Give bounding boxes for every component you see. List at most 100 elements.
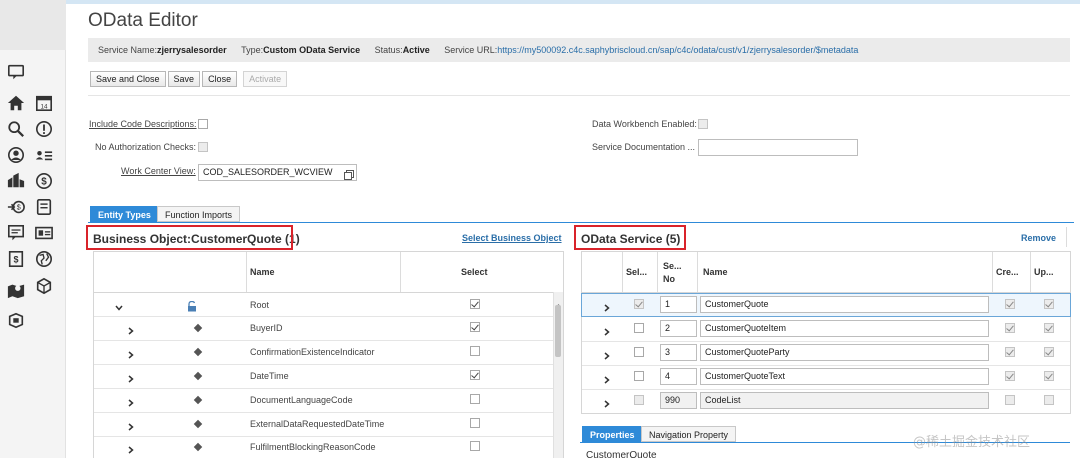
map-marker-icon[interactable]: [6, 280, 26, 300]
product-icon[interactable]: [34, 276, 54, 296]
data-workbench-checkbox[interactable]: [698, 119, 708, 129]
odata-row-name-input[interactable]: CodeList: [700, 392, 989, 409]
contact-list-icon[interactable]: [34, 145, 54, 165]
odata-row-select-checkbox[interactable]: [634, 323, 644, 333]
bo-column-name[interactable]: Name: [250, 267, 275, 277]
scroll-up-icon[interactable]: [556, 295, 561, 307]
svg-text:$: $: [13, 255, 18, 265]
collapse-chevron-icon[interactable]: [114, 300, 124, 311]
bo-row-divider: [94, 436, 553, 437]
odata-row-sequence-input[interactable]: 1: [660, 296, 697, 313]
odata-row-select-checkbox[interactable]: [634, 395, 644, 405]
bo-column-select[interactable]: Select: [461, 267, 488, 277]
expand-chevron-icon[interactable]: [602, 324, 612, 336]
work-center-view-input[interactable]: COD_SALESORDER_WCVIEW: [198, 164, 357, 181]
bo-scroll-thumb[interactable]: [555, 305, 561, 357]
expand-chevron-icon[interactable]: [602, 396, 612, 408]
odata-column-create[interactable]: Cre...: [996, 267, 1019, 277]
odata-row-create-checkbox[interactable]: [1005, 395, 1015, 405]
user-profile-icon[interactable]: [6, 145, 26, 165]
odata-header-separator: [1030, 252, 1031, 292]
bo-row-select-checkbox[interactable]: [470, 299, 480, 309]
odata-column-update[interactable]: Up...: [1034, 267, 1054, 277]
select-business-object-link[interactable]: Select Business Object: [462, 233, 562, 243]
odata-header-separator: [657, 252, 658, 292]
tab-entity-types[interactable]: Entity Types: [90, 206, 159, 222]
odata-column-sequence[interactable]: Se...: [663, 261, 682, 271]
odata-row-name: CodeList: [705, 395, 741, 405]
svg-text:$: $: [41, 177, 47, 188]
bo-row-select-checkbox[interactable]: [470, 394, 480, 404]
alert-icon[interactable]: [34, 119, 54, 139]
odata-row-create-checkbox[interactable]: [1005, 371, 1015, 381]
sales-icon[interactable]: $: [6, 197, 26, 217]
expand-chevron-icon[interactable]: [126, 347, 136, 359]
tab-navigation-property[interactable]: Navigation Property: [641, 426, 737, 442]
odata-row-sequence-input[interactable]: 990: [660, 392, 697, 409]
odata-row-update-checkbox[interactable]: [1044, 323, 1054, 333]
odata-row-update-checkbox[interactable]: [1044, 395, 1054, 405]
odata-row-sequence-input[interactable]: 2: [660, 320, 697, 337]
expand-chevron-icon[interactable]: [602, 348, 612, 360]
odata-row-name-input[interactable]: CustomerQuoteItem: [700, 320, 989, 337]
currency-icon[interactable]: $: [34, 171, 54, 191]
chat-icon[interactable]: [6, 223, 26, 243]
unlock-icon: [187, 299, 197, 312]
odata-row-update-checkbox[interactable]: [1044, 299, 1054, 309]
bo-row-select-checkbox[interactable]: [470, 322, 480, 332]
odata-row-name-input[interactable]: CustomerQuoteText: [700, 368, 989, 385]
odata-row-select-checkbox[interactable]: [634, 347, 644, 357]
accounts-icon[interactable]: [6, 171, 26, 191]
odata-column-name[interactable]: Name: [703, 267, 728, 277]
odata-row-sequence-input[interactable]: 3: [660, 344, 697, 361]
expand-chevron-icon[interactable]: [126, 323, 136, 335]
close-button[interactable]: Close: [202, 71, 238, 87]
value-help-icon[interactable]: [344, 167, 354, 180]
id-card-icon[interactable]: [34, 223, 54, 243]
save-and-close-button[interactable]: Save and Close: [90, 71, 166, 87]
bo-row-select-checkbox[interactable]: [470, 441, 480, 451]
save-button[interactable]: Save: [167, 71, 201, 87]
expand-chevron-icon[interactable]: [602, 372, 612, 384]
expand-chevron-icon[interactable]: [126, 442, 136, 454]
bo-header-separator: [246, 252, 247, 292]
odata-row-create-checkbox[interactable]: [1005, 323, 1015, 333]
odata-row-name-input[interactable]: CustomerQuote: [700, 296, 989, 313]
calendar-icon[interactable]: 14: [34, 93, 54, 113]
service-documentation-input[interactable]: [698, 139, 858, 156]
expand-chevron-icon[interactable]: [126, 371, 136, 383]
feed-icon[interactable]: [6, 62, 26, 82]
expand-chevron-icon[interactable]: [126, 395, 136, 407]
odata-column-select[interactable]: Sel...: [626, 267, 647, 277]
tab-properties[interactable]: Properties: [582, 426, 643, 442]
odata-row-select-checkbox[interactable]: [634, 371, 644, 381]
home-icon[interactable]: [6, 93, 26, 113]
service-info-bar: Service Name:zjerrysalesorder Type:Custo…: [88, 38, 1070, 62]
odata-row-name-input[interactable]: CustomerQuoteParty: [700, 344, 989, 361]
bo-row-select-checkbox[interactable]: [470, 346, 480, 356]
service-url-link[interactable]: https://my500092.c4c.saphybriscloud.cn/s…: [497, 45, 858, 55]
document-icon[interactable]: [34, 197, 54, 217]
tab-function-imports[interactable]: Function Imports: [157, 206, 241, 222]
expand-chevron-icon[interactable]: [602, 300, 612, 312]
invoice-icon[interactable]: $: [6, 249, 26, 269]
globe-icon[interactable]: [34, 249, 54, 269]
bo-row-name: DocumentLanguageCode: [250, 395, 353, 405]
service-status-field: Status:Active: [374, 45, 430, 55]
odata-row-create-checkbox[interactable]: [1005, 299, 1015, 309]
odata-row-select-checkbox[interactable]: [634, 299, 644, 309]
odata-row-sequence-input[interactable]: 4: [660, 368, 697, 385]
odata-row-update-checkbox[interactable]: [1044, 347, 1054, 357]
remove-link[interactable]: Remove: [1021, 233, 1056, 243]
odata-header-separator: [622, 252, 623, 292]
library-icon[interactable]: [6, 310, 26, 330]
bo-row-select-checkbox[interactable]: [470, 418, 480, 428]
activate-button[interactable]: Activate: [243, 71, 288, 87]
include-code-descriptions-checkbox[interactable]: [198, 119, 208, 129]
odata-row-update-checkbox[interactable]: [1044, 371, 1054, 381]
no-authorization-checks-checkbox[interactable]: [198, 142, 208, 152]
expand-chevron-icon[interactable]: [126, 419, 136, 431]
odata-row-create-checkbox[interactable]: [1005, 347, 1015, 357]
search-icon[interactable]: [6, 119, 26, 139]
bo-row-select-checkbox[interactable]: [470, 370, 480, 380]
